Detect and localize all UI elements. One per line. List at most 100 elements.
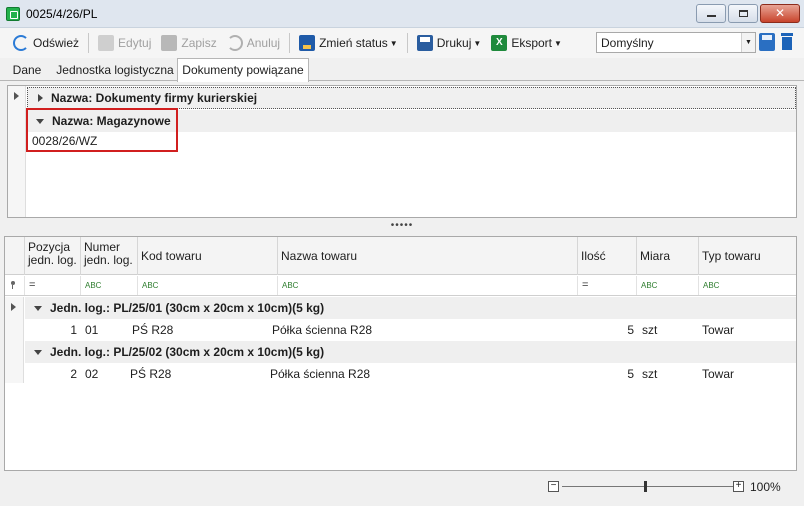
export-label: Eksport	[511, 36, 552, 50]
column-header-product-name[interactable]: Nazwa towaru	[278, 237, 578, 275]
filter-cell-quantity[interactable]: =	[578, 276, 637, 295]
items-grid: Pozycja jedn. log. Numer jedn. log. Kod …	[4, 236, 797, 471]
maximize-icon	[739, 10, 748, 17]
group-label: Jedn. log.: PL/25/02 (30cm x 20cm x 10cm…	[50, 345, 325, 359]
status-icon	[299, 35, 316, 51]
chevron-down-icon[interactable]: ▼	[741, 33, 755, 52]
zoom-slider-track[interactable]	[562, 486, 738, 487]
zoom-out-button[interactable]: −	[548, 481, 559, 492]
change-status-label: Zmień status	[319, 36, 388, 50]
filter-cell-product-name[interactable]: ABC	[278, 276, 578, 295]
filter-pin-cell[interactable]	[5, 276, 25, 295]
save-layout-icon[interactable]	[759, 33, 775, 51]
toolbar-separator	[88, 33, 90, 53]
cell-product-type: Towar	[702, 367, 735, 381]
column-header-position[interactable]: Pozycja jedn. log.	[25, 237, 81, 275]
window-title: 0025/4/26/PL	[26, 6, 98, 21]
panel-splitter[interactable]: •••••	[0, 221, 804, 234]
row-indicator-column	[5, 297, 24, 383]
text-filter-icon: ABC	[282, 281, 299, 290]
excel-icon: X	[491, 35, 508, 51]
trash-icon[interactable]	[779, 33, 795, 51]
header-indicator-cell	[5, 237, 25, 275]
grid-filter-row: = ABC ABC ABC = ABC ABC	[5, 276, 796, 296]
column-header-unit-number[interactable]: Numer jedn. log.	[81, 237, 138, 275]
cell-product-name: Półka ścienna R28	[270, 367, 371, 381]
text-filter-icon: ABC	[703, 281, 720, 290]
minimize-button[interactable]	[696, 4, 726, 23]
column-header-unit[interactable]: Miara	[637, 237, 699, 275]
cell-unit: szt	[642, 323, 658, 337]
print-label: Drukuj	[436, 36, 472, 50]
group-label: Nazwa: Magazynowe	[52, 114, 171, 128]
refresh-label: Odśwież	[33, 36, 80, 50]
grid-header: Pozycja jedn. log. Numer jedn. log. Kod …	[5, 237, 796, 275]
cell-product-name: Półka ścienna R28	[272, 323, 373, 337]
cell-quantity: 5	[627, 323, 634, 337]
expand-icon[interactable]	[38, 94, 43, 102]
grid-group-row[interactable]: Jedn. log.: PL/25/01 (30cm x 20cm x 10cm…	[25, 297, 796, 319]
tab-strip: Dane Jednostka logistyczna Dokumenty pow…	[0, 58, 804, 82]
related-document-row[interactable]: 0028/26/WZ	[32, 134, 97, 148]
text-filter-icon: ABC	[641, 281, 658, 290]
current-row-arrow-icon	[11, 303, 16, 311]
zoom-in-button[interactable]: +	[733, 481, 744, 492]
cell-product-code: PŚ R28	[130, 367, 172, 381]
minimize-icon	[707, 15, 716, 17]
cell-quantity: 5	[627, 367, 634, 381]
row-indicator-column	[8, 86, 26, 217]
tab-dokumenty-powiazane[interactable]: Dokumenty powiązane	[177, 58, 309, 82]
tab-dane[interactable]: Dane	[6, 60, 48, 81]
title-bar: 0025/4/26/PL ✕	[0, 0, 804, 28]
current-row-arrow-icon	[14, 92, 19, 100]
related-documents-panel: Nazwa: Dokumenty firmy kurierskiej Nazwa…	[7, 85, 797, 218]
change-status-button[interactable]: Zmień status ▼	[296, 32, 401, 54]
filter-cell-unit[interactable]: ABC	[637, 276, 699, 295]
zoom-level-label: 100%	[750, 480, 781, 494]
column-header-product-code[interactable]: Kod towaru	[138, 237, 278, 275]
printer-icon	[416, 35, 433, 51]
chevron-down-icon: ▼	[389, 38, 398, 48]
cancel-label: Anuluj	[246, 36, 281, 50]
chevron-down-icon: ▼	[473, 38, 482, 48]
save-button[interactable]: Zapisz	[158, 32, 219, 54]
window-controls: ✕	[696, 4, 800, 23]
edit-button[interactable]: Edytuj	[95, 32, 154, 54]
print-button[interactable]: Drukuj ▼	[414, 32, 485, 54]
cancel-button[interactable]: Anuluj	[224, 32, 283, 54]
collapse-icon[interactable]	[34, 349, 42, 355]
filter-cell-position[interactable]: =	[25, 276, 81, 295]
column-header-product-type[interactable]: Typ towaru	[699, 237, 796, 275]
close-button[interactable]: ✕	[760, 4, 800, 23]
maximize-button[interactable]	[728, 4, 758, 23]
text-filter-icon: ABC	[85, 281, 102, 290]
pin-icon	[10, 281, 16, 289]
equals-filter-icon: =	[29, 279, 36, 291]
edit-icon	[98, 35, 115, 51]
export-button[interactable]: X Eksport ▼	[488, 32, 565, 54]
refresh-button[interactable]: Odśwież	[10, 32, 82, 54]
toolbar-separator	[406, 33, 408, 53]
cell-unit-number: 01	[85, 323, 99, 337]
zoom-slider-thumb[interactable]	[644, 481, 647, 492]
collapse-icon[interactable]	[34, 305, 42, 311]
filter-cell-product-code[interactable]: ABC	[138, 276, 278, 295]
filter-cell-product-type[interactable]: ABC	[699, 276, 796, 295]
collapse-icon[interactable]	[36, 118, 44, 124]
filter-cell-unit-number[interactable]: ABC	[81, 276, 138, 295]
tab-jednostka-logistyczna[interactable]: Jednostka logistyczna	[53, 60, 177, 81]
cell-position: 1	[70, 323, 77, 337]
layout-select-value: Domyślny	[601, 36, 654, 50]
group-row-warehouse-docs[interactable]: Nazwa: Magazynowe	[27, 110, 796, 132]
close-icon: ✕	[774, 6, 786, 20]
column-header-quantity[interactable]: Ilość	[578, 237, 637, 275]
layout-select[interactable]: Domyślny ▼	[596, 32, 756, 53]
group-row-courier-docs[interactable]: Nazwa: Dokumenty firmy kurierskiej	[27, 87, 796, 109]
edit-label: Edytuj	[118, 36, 152, 50]
toolbar-separator	[289, 33, 291, 53]
group-label: Nazwa: Dokumenty firmy kurierskiej	[51, 91, 258, 105]
grid-group-row[interactable]: Jedn. log.: PL/25/02 (30cm x 20cm x 10cm…	[25, 341, 796, 363]
text-filter-icon: ABC	[142, 281, 159, 290]
zoom-control: − + 100%	[548, 480, 798, 494]
group-label: Jedn. log.: PL/25/01 (30cm x 20cm x 10cm…	[50, 301, 325, 315]
